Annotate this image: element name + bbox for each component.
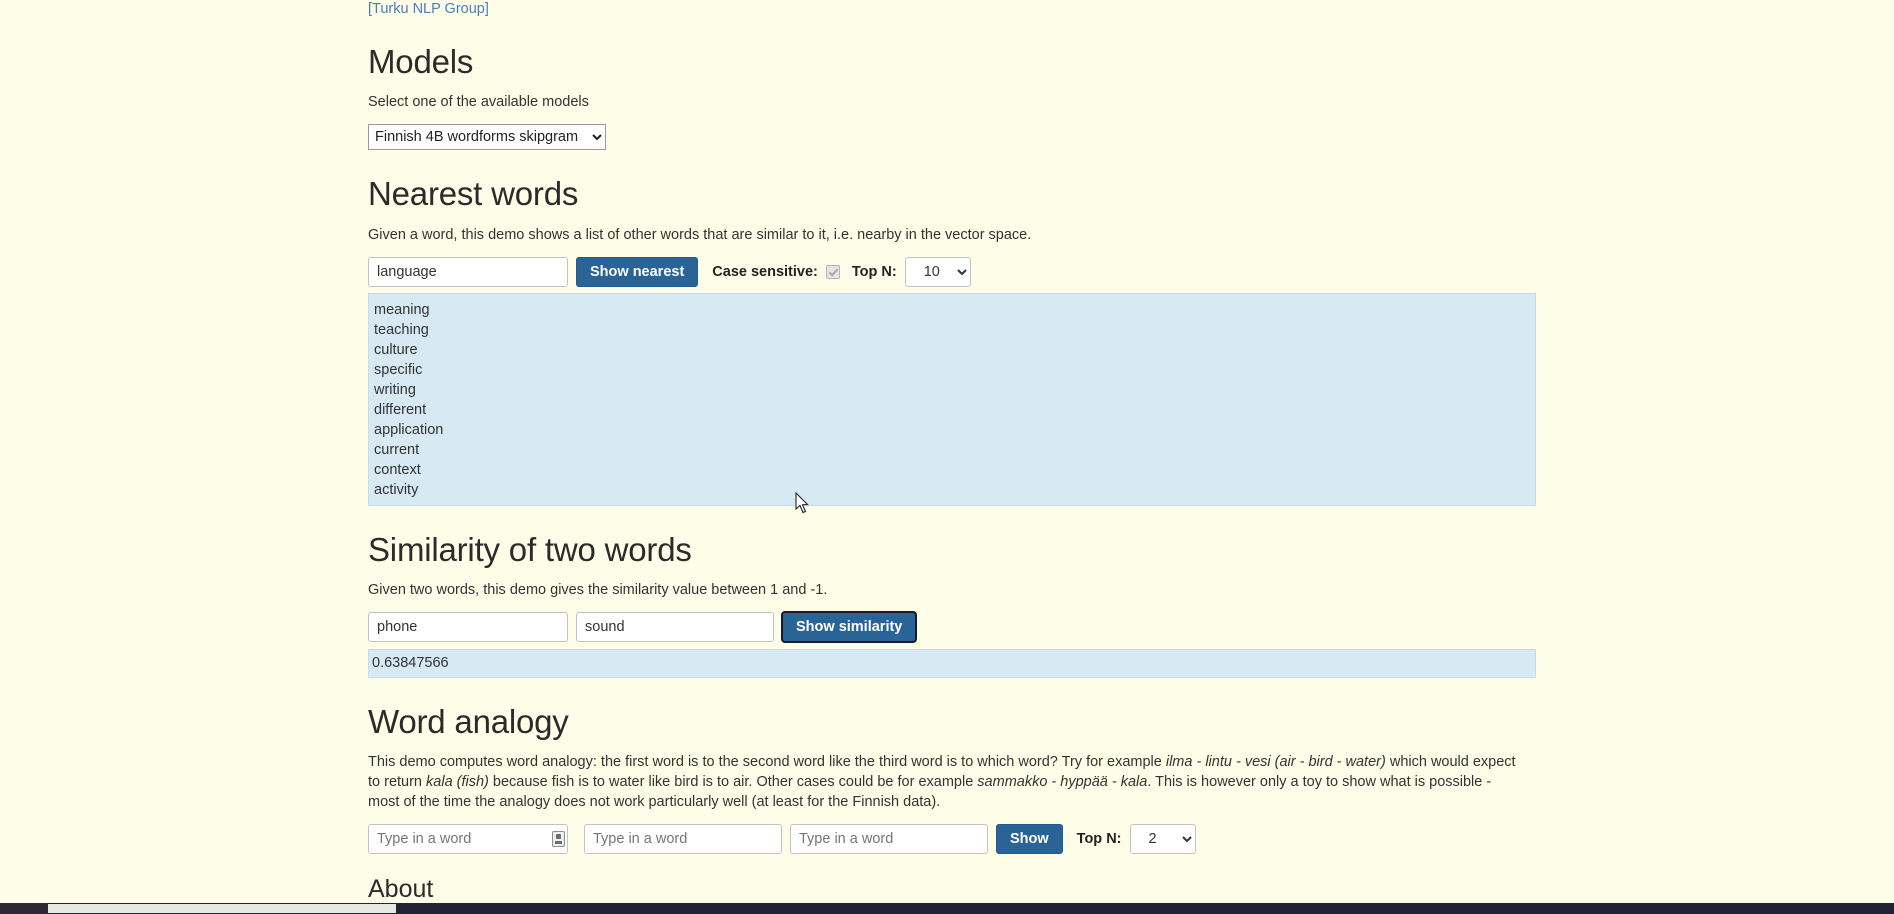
autofill-card-icon[interactable]: [552, 831, 565, 848]
nearest-words-results: meaning teaching culture specific writin…: [368, 292, 1536, 506]
word-analogy-description: This demo computes word analogy: the fir…: [368, 752, 1524, 812]
list-item: activity: [374, 481, 419, 498]
show-analogy-button[interactable]: Show: [996, 824, 1063, 855]
similarity-controls: Show similarity: [368, 610, 1524, 643]
list-item: writing: [374, 381, 416, 398]
nearest-words-heading: Nearest words: [368, 175, 579, 213]
list-item: current: [374, 441, 420, 458]
content-column: [Turku NLP Group] Models Select one of t…: [368, 0, 1536, 906]
analogy-example-1: ilma - lintu - vesi (air - bird - water): [1165, 754, 1386, 771]
word-analogy-controls: Show Top N: 2: [368, 824, 1524, 855]
models-description: Select one of the available models: [368, 94, 589, 111]
nearest-topn-label: Top N:: [851, 263, 897, 280]
similarity-heading: Similarity of two words: [368, 530, 692, 568]
list-item: specific: [374, 361, 423, 378]
nearest-words-description: Given a word, this demo shows a list of …: [368, 226, 1032, 243]
analogy-word2-input[interactable]: [584, 824, 782, 855]
analogy-text-1: This demo computes word analogy: the fir…: [368, 754, 1166, 771]
similarity-word1-input[interactable]: [368, 611, 568, 642]
scrollbar-thumb[interactable]: [48, 904, 396, 913]
similarity-word2-input[interactable]: [576, 611, 774, 642]
turku-nlp-group-link[interactable]: [Turku NLP Group]: [368, 0, 1524, 18]
list-item: context: [374, 461, 421, 478]
nearest-topn-select[interactable]: 10: [904, 256, 971, 287]
case-sensitive-checkbox[interactable]: [825, 264, 840, 279]
show-similarity-button[interactable]: Show similarity: [780, 610, 918, 643]
nearest-words-controls: Show nearest Case sensitive: Top N: 10: [368, 256, 1524, 287]
page-root: [Turku NLP Group] Models Select one of t…: [0, 0, 1894, 906]
similarity-description: Given two words, this demo gives the sim…: [368, 581, 828, 598]
list-item: culture: [374, 341, 418, 358]
model-select[interactable]: Finnish 4B wordforms skipgram: [368, 124, 606, 151]
models-heading: Models: [368, 43, 474, 80]
analogy-word1-input[interactable]: [368, 824, 568, 855]
analogy-text-3: because fish is to water like bird is to…: [488, 774, 978, 791]
analogy-example-3: sammakko - hyppää - kala: [977, 774, 1148, 791]
analogy-example-2: kala (fish): [426, 774, 489, 791]
show-nearest-button[interactable]: Show nearest: [576, 256, 699, 287]
scrollbar-left-track[interactable]: [0, 903, 48, 914]
analogy-topn-label: Top N:: [1076, 831, 1122, 848]
word-analogy-heading: Word analogy: [368, 702, 569, 740]
analogy-topn-select[interactable]: 2: [1129, 824, 1196, 855]
case-sensitive-label: Case sensitive:: [712, 263, 818, 280]
list-item: meaning: [374, 301, 430, 318]
similarity-result: 0.63847566: [368, 648, 1536, 678]
list-item: application: [374, 421, 444, 438]
list-item: different: [374, 401, 427, 418]
about-heading: About: [368, 875, 434, 904]
analogy-word3-input[interactable]: [790, 824, 988, 855]
horizontal-scrollbar[interactable]: [0, 903, 1894, 914]
list-item: teaching: [374, 321, 429, 338]
nearest-word-input[interactable]: [368, 256, 568, 287]
